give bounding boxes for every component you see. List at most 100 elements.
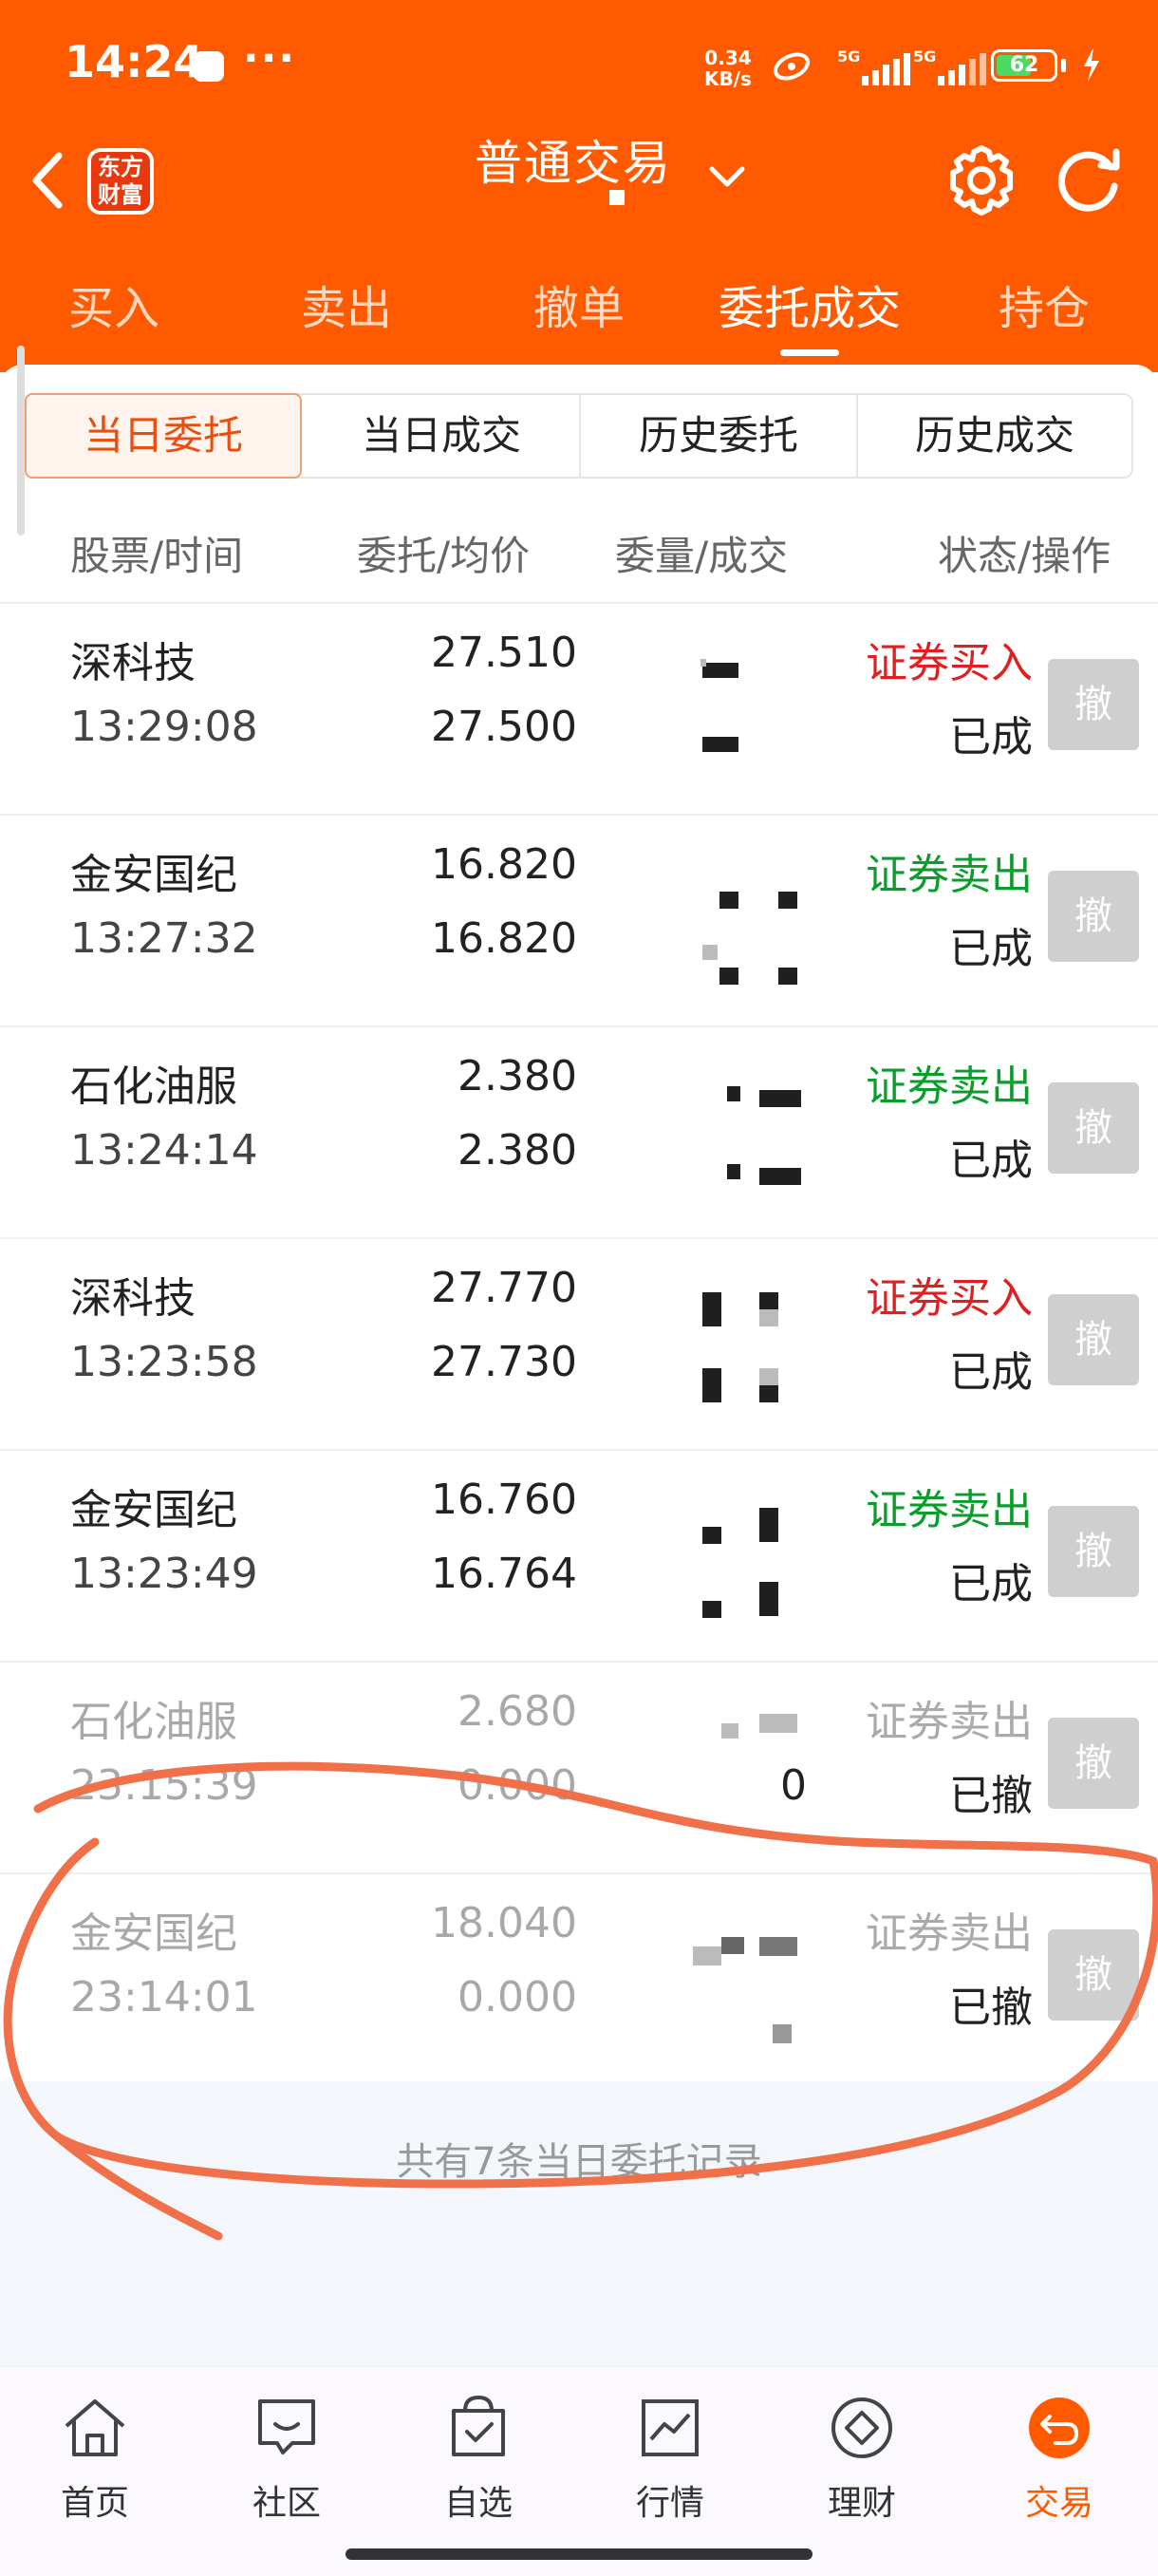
order-price: 16.760: [431, 1476, 577, 1524]
pixelated-quantity: [693, 854, 807, 996]
order-time: 23:14:01: [70, 1973, 258, 2021]
tab-buy[interactable]: 买入: [38, 271, 190, 347]
charging-icon: [1080, 46, 1103, 92]
tab-cancel-order[interactable]: 撤单: [503, 271, 655, 347]
order-time: 13:24:14: [70, 1126, 258, 1175]
order-price: 18.040: [431, 1899, 577, 1947]
order-status: 已成: [949, 925, 1033, 973]
cancel-order-button[interactable]: 撤: [1048, 659, 1139, 750]
order-row[interactable]: 石化油服 23:15:39 2.680 0.000 0 证券卖出 已撤 撤: [0, 1663, 1158, 1873]
order-time: 13:29:08: [70, 703, 258, 751]
order-time: 13:27:32: [70, 914, 258, 963]
refresh-icon[interactable]: [1048, 142, 1130, 218]
home-icon: [65, 2399, 125, 2456]
stock-name: 金安国纪: [70, 1909, 237, 1958]
nav-home[interactable]: 首页: [0, 2390, 190, 2525]
order-row[interactable]: 深科技 13:29:08 27.510 27.500 证券买入 已成 撤: [0, 604, 1158, 815]
order-price: 16.820: [431, 840, 577, 889]
page-title[interactable]: 普通交易: [475, 125, 672, 194]
stock-name: 深科技: [70, 639, 196, 687]
order-type: 证券卖出: [866, 1062, 1033, 1111]
tab-positions[interactable]: 持仓: [968, 271, 1120, 347]
order-type: 证券买入: [866, 639, 1033, 687]
column-header-qty-filled: 委量/成交: [615, 533, 789, 579]
nav-community[interactable]: 社区: [192, 2390, 382, 2525]
pixelated-quantity: [693, 1277, 807, 1420]
stock-name: 金安国纪: [70, 851, 237, 899]
stock-name: 深科技: [70, 1274, 196, 1323]
nav-market[interactable]: 行情: [575, 2390, 765, 2525]
nav-label: 自选: [443, 2484, 513, 2523]
active-tab-indicator: [780, 349, 839, 356]
order-row[interactable]: 金安国纪 13:23:49 16.760 16.764 证券卖出 已成 撤: [0, 1451, 1158, 1662]
subtab-today-orders[interactable]: 当日委托: [25, 393, 302, 479]
account-indicator: [609, 190, 625, 205]
more-notifications-icon: ···: [243, 34, 297, 83]
order-time: 13:23:49: [70, 1550, 258, 1598]
order-time: 13:23:58: [70, 1338, 258, 1386]
bottom-navigation: 首页 社区 自选 行情 理财 交易: [0, 2366, 1158, 2576]
nav-wealth[interactable]: 理财: [767, 2390, 957, 2525]
pixelated-quantity: [693, 1489, 807, 1631]
average-price: 0.000: [458, 1973, 577, 2021]
stock-name: 石化油服: [70, 1062, 237, 1111]
network-speed-unit: KB/s: [704, 67, 752, 90]
list-footer: [0, 2081, 1158, 2366]
order-type: 证券买入: [866, 1274, 1033, 1323]
wealth-diamond-icon: [831, 2397, 892, 2458]
tab-sell[interactable]: 卖出: [271, 271, 422, 347]
home-indicator[interactable]: [346, 2548, 812, 2560]
order-row[interactable]: 石化油服 13:24:14 2.380 2.380 证券卖出 已成 撤: [0, 1027, 1158, 1238]
subtab-history-trades[interactable]: 历史成交: [858, 395, 1131, 477]
tab-orders-trades[interactable]: 委托成交: [702, 271, 917, 347]
chevron-down-icon[interactable]: [702, 158, 752, 196]
pixelated-quantity: [693, 1065, 807, 1208]
cancel-order-button[interactable]: 撤: [1048, 871, 1139, 962]
cancel-order-button[interactable]: 撤: [1048, 1929, 1139, 2021]
cancel-order-button[interactable]: 撤: [1048, 1506, 1139, 1597]
average-price: 27.730: [431, 1338, 577, 1386]
order-row[interactable]: 深科技 13:23:58 27.770 27.730 证券买入 已成 撤: [0, 1239, 1158, 1450]
column-header-stock-time: 股票/时间: [70, 533, 244, 579]
logo-text-2: 财富: [98, 181, 143, 208]
trade-exchange-icon: [1029, 2397, 1090, 2458]
stock-name: 金安国纪: [70, 1486, 237, 1534]
status-time: 14:24: [65, 36, 204, 87]
average-price: 27.500: [431, 703, 577, 751]
order-price: 27.770: [431, 1264, 577, 1312]
nav-trade[interactable]: 交易: [964, 2390, 1154, 2525]
order-status: 已撤: [949, 1984, 1033, 2032]
stock-name: 石化油服: [70, 1698, 237, 1746]
community-chat-icon: [258, 2399, 315, 2454]
network-speed: 0.34 KB/s: [704, 47, 752, 89]
order-status: 已成: [949, 713, 1033, 762]
order-status: 已撤: [949, 1772, 1033, 1820]
order-row[interactable]: 金安国纪 23:14:01 18.040 0.000 证券卖出 已撤 撤: [0, 1874, 1158, 2085]
signal-sim2-icon: 5G: [913, 47, 986, 85]
scrollbar[interactable]: [17, 346, 25, 536]
average-price: 2.380: [458, 1126, 577, 1175]
pixelated-quantity: [693, 1701, 807, 1843]
subtab-today-trades[interactable]: 当日成交: [304, 395, 581, 477]
battery-level: 62: [1009, 53, 1039, 77]
order-status: 已成: [949, 1560, 1033, 1608]
average-price: 16.764: [431, 1550, 577, 1598]
order-time: 23:15:39: [70, 1761, 258, 1810]
settings-gear-icon[interactable]: [943, 142, 1019, 218]
nav-label: 理财: [827, 2484, 896, 2523]
average-price: 0.000: [458, 1761, 577, 1810]
pixelated-quantity: [693, 642, 807, 784]
subtab-history-orders[interactable]: 历史委托: [581, 395, 858, 477]
cancel-order-button[interactable]: 撤: [1048, 1082, 1139, 1174]
order-status: 已成: [949, 1137, 1033, 1185]
order-row[interactable]: 金安国纪 13:27:32 16.820 16.820 证券卖出 已成 撤: [0, 816, 1158, 1026]
nav-label: 行情: [635, 2484, 704, 2523]
nav-watchlist[interactable]: 自选: [383, 2390, 573, 2525]
order-price: 2.380: [458, 1052, 577, 1100]
logo-text-1: 东方: [98, 154, 143, 180]
back-icon[interactable]: [21, 142, 78, 218]
cancel-order-button[interactable]: 撤: [1048, 1294, 1139, 1385]
record-count-summary: 共有7条当日委托记录: [396, 2140, 762, 2184]
order-price: 27.510: [431, 629, 577, 677]
cancel-order-button[interactable]: 撤: [1048, 1718, 1139, 1809]
